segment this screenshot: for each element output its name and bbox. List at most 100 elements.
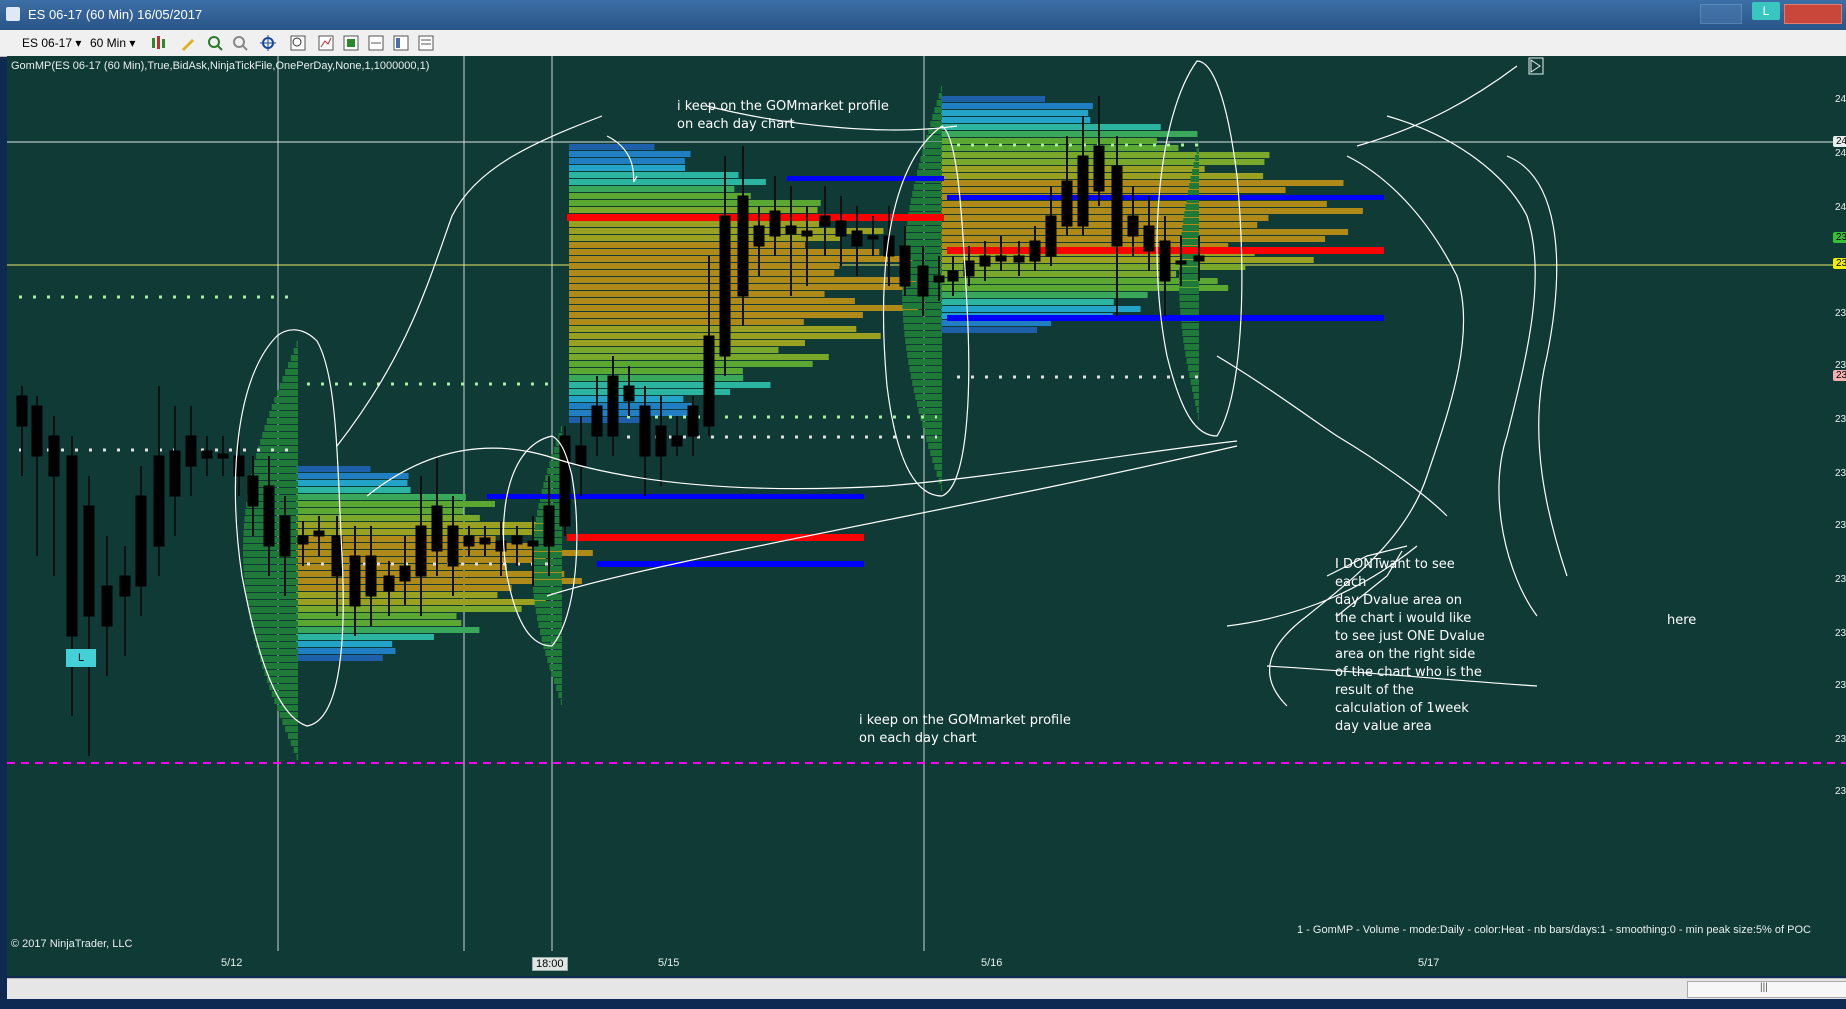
candle-body bbox=[1029, 240, 1041, 262]
profile-row bbox=[296, 585, 512, 591]
profile-row bbox=[254, 635, 298, 641]
profile-row bbox=[296, 641, 393, 647]
profile-row bbox=[936, 100, 942, 106]
profile-row bbox=[558, 692, 562, 698]
profile-row bbox=[932, 457, 942, 463]
template-icon[interactable] bbox=[418, 35, 434, 51]
profile-row bbox=[249, 614, 298, 620]
profile-row bbox=[916, 401, 942, 407]
candle-body bbox=[703, 335, 715, 427]
profile-row bbox=[287, 362, 298, 368]
x-label-5-17: 5/17 bbox=[1418, 957, 1440, 969]
minimize-button[interactable] bbox=[1700, 4, 1742, 24]
profile-row bbox=[941, 124, 1161, 130]
profile-row bbox=[244, 579, 298, 585]
profile-row bbox=[1183, 337, 1199, 343]
y-label: 23 bbox=[1835, 680, 1846, 691]
profile-row bbox=[941, 180, 1344, 186]
candle-body bbox=[1061, 180, 1073, 227]
profile-row bbox=[1181, 323, 1199, 329]
candle-body bbox=[623, 385, 635, 402]
profile-row bbox=[296, 648, 396, 654]
profile-row bbox=[907, 352, 942, 358]
profile-row bbox=[940, 86, 942, 92]
profile-row bbox=[1179, 274, 1199, 280]
data-box-icon[interactable] bbox=[393, 35, 409, 51]
profile-row bbox=[941, 208, 1363, 214]
instrument-selector[interactable]: ES 06-17 ▾ bbox=[22, 34, 81, 52]
candle-body bbox=[801, 230, 813, 237]
profile-row bbox=[903, 324, 942, 330]
profile-row bbox=[260, 439, 298, 445]
y-label: 23 bbox=[1835, 734, 1846, 745]
candle-body bbox=[1127, 215, 1139, 237]
profile-row bbox=[262, 663, 298, 669]
horizontal-scrollbar[interactable]: ||| bbox=[7, 978, 1846, 999]
candle-body bbox=[153, 455, 165, 547]
candle-body bbox=[687, 405, 699, 437]
profile-row bbox=[1179, 267, 1199, 273]
profile-row bbox=[560, 699, 562, 705]
profile-row bbox=[569, 270, 835, 276]
profile-row bbox=[926, 436, 942, 442]
profile-row bbox=[290, 355, 298, 361]
account-l-button[interactable]: L bbox=[1752, 2, 1780, 20]
profile-row bbox=[541, 636, 562, 642]
profile-row bbox=[1193, 162, 1199, 168]
candle-body bbox=[185, 435, 197, 467]
crosshair-icon[interactable] bbox=[260, 35, 276, 51]
price-chart[interactable] bbox=[7, 56, 1846, 956]
candle-body bbox=[169, 450, 181, 497]
profile-row bbox=[1195, 400, 1199, 406]
x-label-crosshair: 18:00 bbox=[532, 957, 568, 971]
zoom-out-icon[interactable] bbox=[232, 35, 248, 51]
candle-body bbox=[947, 270, 959, 282]
y-label: 23 bbox=[1835, 574, 1846, 585]
profile-row bbox=[245, 586, 298, 592]
profile-row bbox=[903, 317, 942, 323]
profile-row bbox=[296, 754, 298, 760]
profile-row bbox=[264, 425, 298, 431]
candle-body bbox=[671, 435, 683, 447]
candle-body bbox=[607, 375, 619, 437]
candle-body bbox=[383, 575, 395, 592]
chart-properties-icon[interactable] bbox=[368, 35, 384, 51]
candle-body bbox=[279, 515, 291, 557]
profile-row bbox=[285, 369, 298, 375]
strategies-icon[interactable] bbox=[343, 35, 359, 51]
profile-row bbox=[569, 144, 655, 150]
interval-selector[interactable]: 60 Min ▾ bbox=[90, 34, 135, 52]
scrollbar-thumb[interactable]: ||| bbox=[1687, 981, 1846, 998]
y-label: 23 bbox=[1835, 468, 1846, 479]
profile-row bbox=[569, 361, 813, 367]
profile-row bbox=[538, 622, 562, 628]
profile-row bbox=[934, 107, 942, 113]
magnifier-icon[interactable] bbox=[290, 35, 306, 51]
profile-row bbox=[537, 615, 562, 621]
indicators-icon[interactable] bbox=[318, 35, 334, 51]
y-label: 24 bbox=[1835, 148, 1846, 159]
profile-row bbox=[569, 368, 743, 374]
profile-row bbox=[941, 110, 1089, 116]
profile-row bbox=[296, 620, 462, 626]
candle-body bbox=[66, 455, 78, 637]
bar-style-icon[interactable] bbox=[150, 35, 166, 51]
drawing-tool-icon[interactable] bbox=[180, 35, 196, 51]
zoom-in-icon[interactable] bbox=[207, 35, 223, 51]
candle-body bbox=[737, 195, 749, 297]
price-tag-green: 23 bbox=[1833, 232, 1846, 243]
chart-panel[interactable]: GomMP(ES 06-17 (60 Min),True,BidAsk,Ninj… bbox=[7, 56, 1846, 976]
end-marker[interactable] bbox=[1528, 57, 1544, 75]
profile-row bbox=[532, 573, 562, 579]
candle-body bbox=[1077, 155, 1089, 227]
candle-body bbox=[867, 235, 879, 240]
order-tag[interactable]: L bbox=[66, 649, 96, 667]
close-button[interactable] bbox=[1784, 4, 1842, 24]
candle-body bbox=[135, 495, 147, 587]
profile-row bbox=[276, 390, 298, 396]
profile-row bbox=[940, 485, 942, 491]
profile-row bbox=[560, 426, 562, 432]
candle-body bbox=[543, 505, 555, 547]
candle-body bbox=[899, 245, 911, 287]
profile-row bbox=[1198, 141, 1199, 147]
